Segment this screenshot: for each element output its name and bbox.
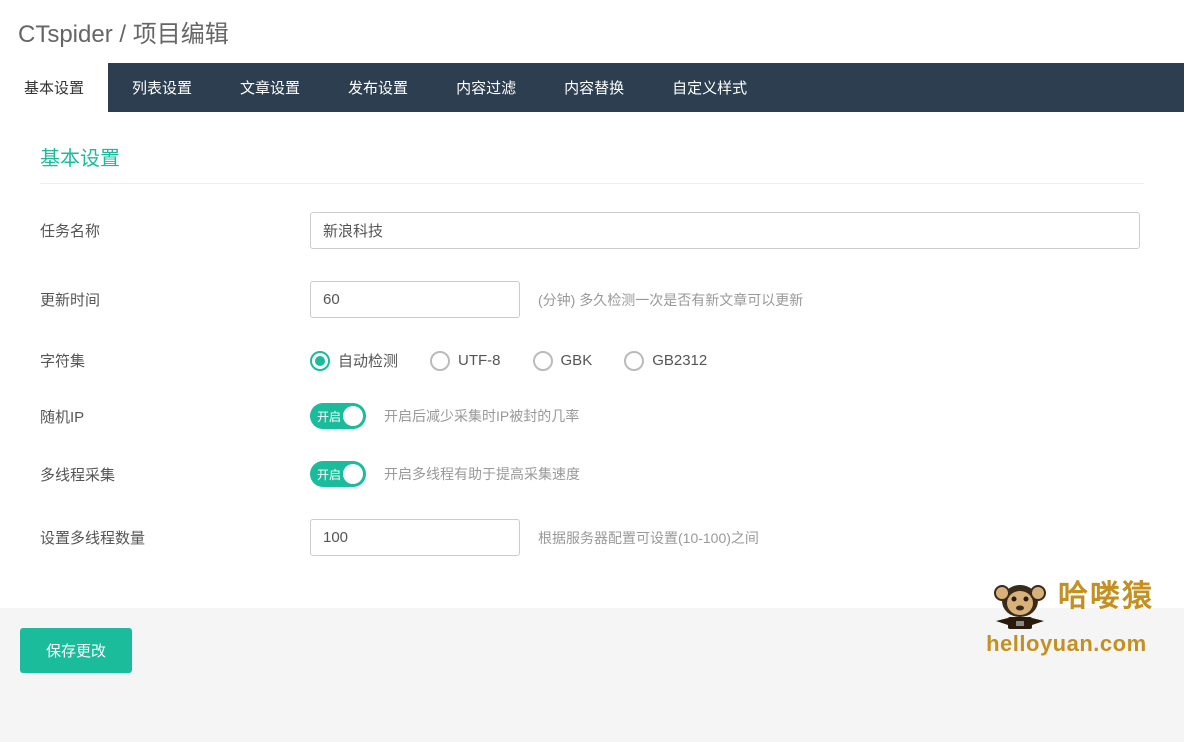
toggle-text: 开启 <box>310 408 341 425</box>
task-name-input[interactable] <box>310 212 1140 249</box>
tab-filter[interactable]: 内容过滤 <box>432 63 540 112</box>
tab-article[interactable]: 文章设置 <box>216 63 324 112</box>
breadcrumb-page: 项目编辑 <box>133 21 229 48</box>
row-thread-count: 设置多线程数量 根据服务器配置可设置(10-100)之间 <box>40 519 1144 556</box>
radio-icon <box>624 351 644 371</box>
tab-custom-style[interactable]: 自定义样式 <box>648 63 771 112</box>
toggle-text: 开启 <box>310 466 341 483</box>
label-task-name: 任务名称 <box>40 220 310 241</box>
label-multithread: 多线程采集 <box>40 464 310 485</box>
label-random-ip: 随机IP <box>40 406 310 427</box>
radio-icon <box>430 351 450 371</box>
radio-label-utf8: UTF-8 <box>458 352 501 369</box>
radio-auto-detect[interactable]: 自动检测 <box>310 350 398 371</box>
hint-random-ip: 开启后减少采集时IP被封的几率 <box>384 406 579 426</box>
label-update-interval: 更新时间 <box>40 289 310 310</box>
tab-publish[interactable]: 发布设置 <box>324 63 432 112</box>
charset-radio-group: 自动检测 UTF-8 GBK GB2312 <box>310 350 707 371</box>
breadcrumb: CTspider / 项目编辑 <box>0 0 1184 63</box>
tab-list[interactable]: 列表设置 <box>108 63 216 112</box>
radio-label-gb2312: GB2312 <box>652 352 707 369</box>
radio-icon <box>533 351 553 371</box>
label-charset: 字符集 <box>40 350 310 371</box>
hint-multithread: 开启多线程有助于提高采集速度 <box>384 464 580 484</box>
breadcrumb-sep: / <box>119 21 126 48</box>
radio-label-gbk: GBK <box>561 352 593 369</box>
hint-update-interval: (分钟) 多久检测一次是否有新文章可以更新 <box>538 290 803 310</box>
toggle-knob-icon <box>343 464 363 484</box>
tabs-bar: 基本设置 列表设置 文章设置 发布设置 内容过滤 内容替换 自定义样式 <box>0 63 1184 112</box>
hint-thread-count: 根据服务器配置可设置(10-100)之间 <box>538 528 759 548</box>
multithread-toggle[interactable]: 开启 <box>310 461 366 487</box>
save-button[interactable]: 保存更改 <box>20 628 132 673</box>
radio-gbk[interactable]: GBK <box>533 351 593 371</box>
row-charset: 字符集 自动检测 UTF-8 GBK <box>40 350 1144 371</box>
tab-basic[interactable]: 基本设置 <box>0 63 108 112</box>
radio-icon <box>310 351 330 371</box>
radio-gb2312[interactable]: GB2312 <box>624 351 707 371</box>
update-interval-input[interactable] <box>310 281 520 318</box>
toggle-knob-icon <box>343 406 363 426</box>
row-update-interval: 更新时间 (分钟) 多久检测一次是否有新文章可以更新 <box>40 281 1144 318</box>
section-title: 基本设置 <box>40 142 1144 184</box>
radio-utf8[interactable]: UTF-8 <box>430 351 501 371</box>
thread-count-input[interactable] <box>310 519 520 556</box>
label-thread-count: 设置多线程数量 <box>40 527 310 548</box>
radio-label-auto: 自动检测 <box>338 350 398 371</box>
row-task-name: 任务名称 <box>40 212 1144 249</box>
row-multithread: 多线程采集 开启 开启多线程有助于提高采集速度 <box>40 461 1144 487</box>
tab-replace[interactable]: 内容替换 <box>540 63 648 112</box>
random-ip-toggle[interactable]: 开启 <box>310 403 366 429</box>
row-random-ip: 随机IP 开启 开启后减少采集时IP被封的几率 <box>40 403 1144 429</box>
breadcrumb-app: CTspider <box>18 21 113 48</box>
